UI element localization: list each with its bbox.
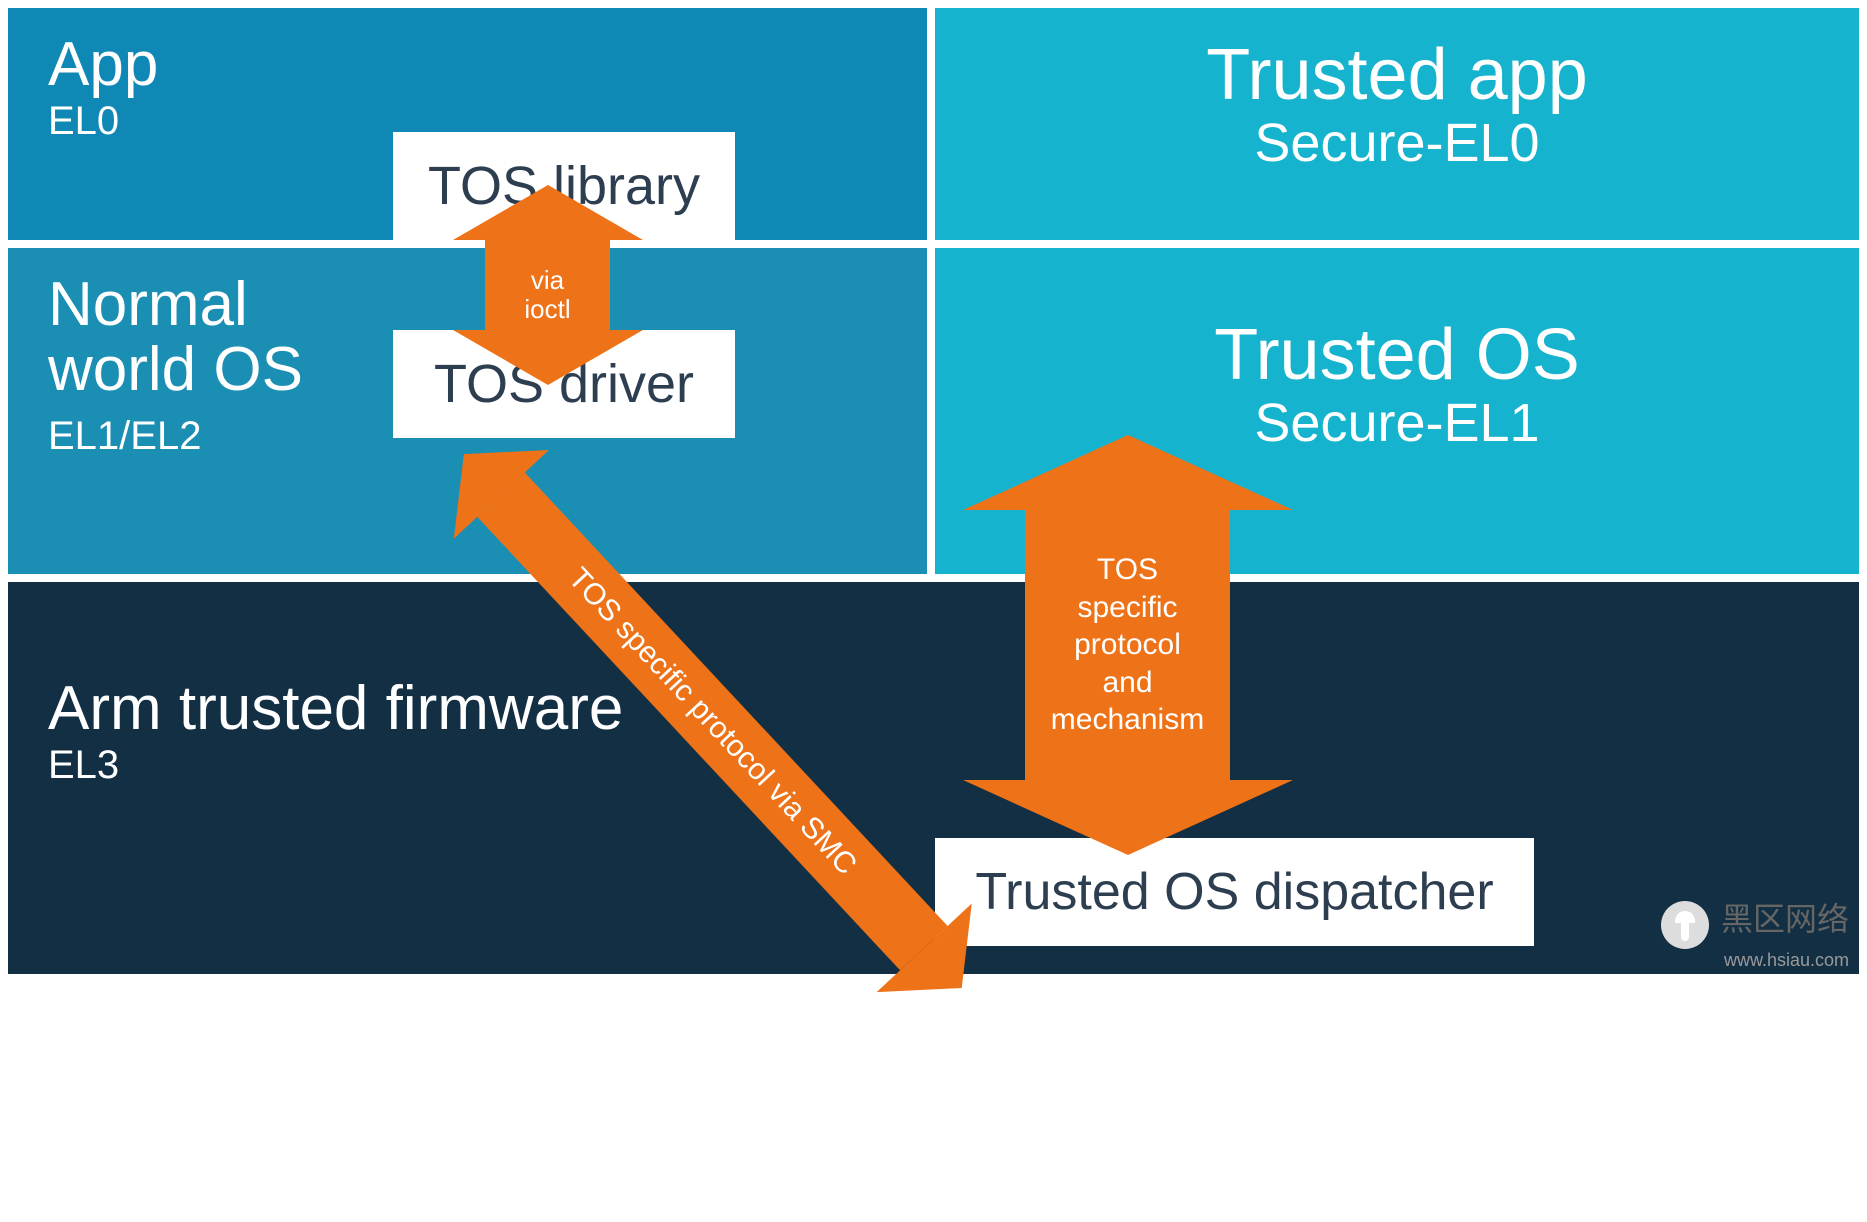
mushroom-icon	[1661, 901, 1709, 949]
ioctl-arrow-label: via ioctl	[485, 266, 610, 323]
trusted-os-title: Trusted OS	[935, 318, 1859, 394]
ioctl-arrow-icon: via ioctl	[485, 240, 610, 330]
tos-mechanism-label: TOS specific protocol and mechanism	[1051, 551, 1204, 739]
trusted-app-el: Secure-EL0	[935, 114, 1859, 173]
watermark-url: www.hsiau.com	[1724, 950, 1849, 970]
tos-mechanism-arrow-icon: TOS specific protocol and mechanism	[1025, 510, 1230, 780]
trusted-app-title: Trusted app	[935, 38, 1859, 114]
watermark: 黑区网络 www.hsiau.com	[1661, 894, 1849, 972]
app-title: App	[48, 32, 887, 97]
os-title-line1: Normal	[48, 272, 887, 337]
watermark-brand: 黑区网络	[1721, 901, 1849, 937]
trusted-app-box: Trusted app Secure-EL0	[935, 8, 1859, 240]
trustzone-diagram: App EL0 Normal world OS EL1/EL2 Trusted …	[0, 0, 1867, 982]
